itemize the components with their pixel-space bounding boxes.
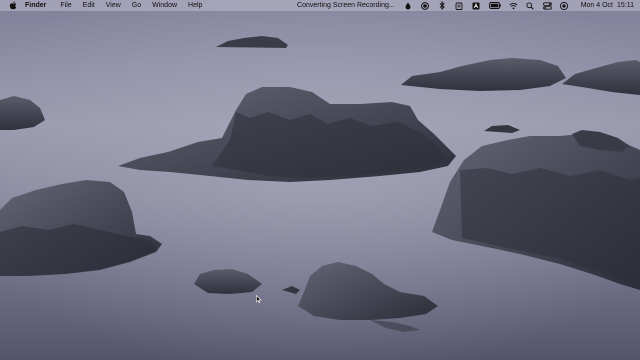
bluetooth-icon[interactable]: [438, 1, 447, 10]
search-icon[interactable]: [526, 1, 535, 10]
menubar-time[interactable]: 15:11: [617, 0, 634, 11]
mouse-cursor-icon: [256, 295, 262, 303]
wallpaper-image: [0, 0, 640, 360]
control-center-icon[interactable]: [542, 1, 552, 10]
siri-icon[interactable]: [560, 1, 569, 10]
battery-icon[interactable]: [488, 1, 501, 10]
menu-bar: Finder File Edit View Go Window Help Con…: [0, 0, 640, 11]
menu-file[interactable]: File: [60, 0, 71, 11]
menu-edit[interactable]: Edit: [83, 0, 95, 11]
apple-menu-icon[interactable]: [8, 1, 17, 10]
status-converting-text[interactable]: Converting Screen Recording...: [297, 0, 395, 11]
menubar-date[interactable]: Mon 4 Oct: [581, 0, 613, 11]
menu-help[interactable]: Help: [188, 0, 202, 11]
menu-go[interactable]: Go: [132, 0, 141, 11]
clipboard-icon[interactable]: [455, 1, 464, 10]
menu-app-finder[interactable]: Finder: [25, 0, 46, 11]
wifi-icon[interactable]: [509, 1, 518, 10]
desktop[interactable]: Finder File Edit View Go Window Help Con…: [0, 0, 640, 360]
menu-window[interactable]: Window: [152, 0, 177, 11]
text-icon[interactable]: [472, 1, 481, 10]
record-icon[interactable]: [421, 1, 430, 10]
dropbox-icon[interactable]: [404, 1, 413, 10]
menu-view[interactable]: View: [106, 0, 121, 11]
